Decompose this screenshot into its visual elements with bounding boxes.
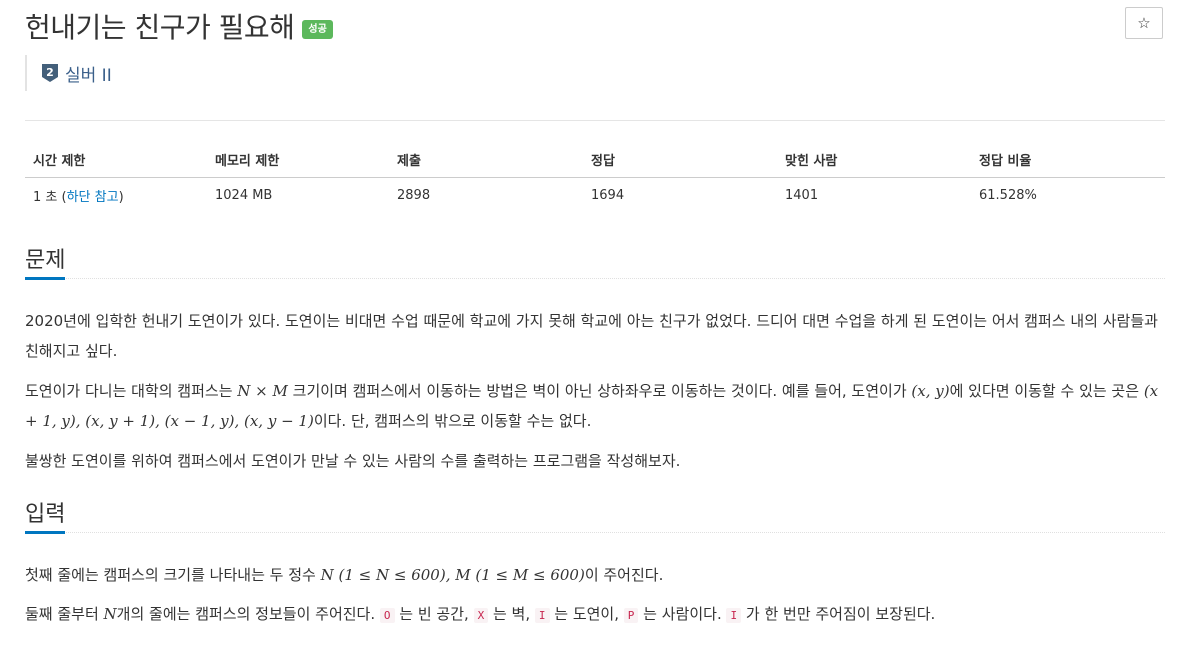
silver-tier-icon: 2 <box>42 64 58 82</box>
header-memory-limit: 메모리 제한 <box>207 142 389 178</box>
star-icon: ☆ <box>1137 14 1151 32</box>
math-grid-size: N × M <box>237 382 288 400</box>
submissions-cell: 2898 <box>397 188 431 203</box>
time-limit-cell: 1 초 (하단 참고) <box>33 190 124 205</box>
header-time-limit: 시간 제한 <box>25 142 207 178</box>
problem-stats-table: 시간 제한 메모리 제한 제출 정답 맞힌 사람 정답 비율 1 초 (하단 참… <box>25 142 1165 213</box>
stats-header-row: 시간 제한 메모리 제한 제출 정답 맞힌 사람 정답 비율 <box>25 142 1165 178</box>
time-limit-note-link[interactable]: 하단 참고 <box>67 190 119 205</box>
divider <box>25 120 1165 121</box>
math-n: N <box>103 605 117 623</box>
correct-cell: 1694 <box>591 188 625 203</box>
tier-number: 2 <box>46 66 54 79</box>
input-line-2: 둘째 줄부터 N개의 줄에는 캠퍼스의 정보들이 주어진다. O 는 빈 공간,… <box>25 605 936 623</box>
header-solved-users: 맞힌 사람 <box>777 142 971 178</box>
page-title: 헌내기는 친구가 필요해 <box>25 11 295 44</box>
header-ratio: 정답 비율 <box>971 142 1165 178</box>
problem-paragraph-3: 불쌍한 도연이를 위하여 캠퍼스에서 도연이가 만날 수 있는 사람의 수를 출… <box>25 452 681 470</box>
input-section-title: 입력 <box>25 502 66 527</box>
solved-users-cell: 1401 <box>785 188 819 203</box>
header-correct: 정답 <box>583 142 777 178</box>
title-row: 헌내기는 친구가 필요해 성공 <box>25 6 333 46</box>
input-line-1: 첫째 줄에는 캠퍼스의 크기를 나타내는 두 정수 N (1 ≤ N ≤ 600… <box>25 566 664 584</box>
input-section-underline <box>25 531 1165 534</box>
token-empty: O <box>379 608 395 623</box>
math-position: (x, y) <box>911 382 950 400</box>
problem-paragraph-1: 2020년에 입학한 헌내기 도연이가 있다. 도연이는 비대면 수업 때문에 … <box>25 312 1158 360</box>
stats-row: 1 초 (하단 참고) 1024 MB 2898 1694 1401 61.52… <box>25 178 1165 214</box>
memory-limit-cell: 1024 MB <box>215 188 273 203</box>
token-doyeon: I <box>534 608 550 623</box>
math-constraints: N (1 ≤ N ≤ 600), M (1 ≤ M ≤ 600) <box>320 566 585 584</box>
problem-section-underline <box>25 277 1165 280</box>
header-submissions: 제출 <box>389 142 583 178</box>
tier-label[interactable]: 실버 II <box>65 61 112 86</box>
ratio-cell: 61.528% <box>979 188 1037 203</box>
tier-row: 2 실버 II <box>25 55 112 91</box>
problem-section-title: 문제 <box>25 248 66 273</box>
status-badge: 성공 <box>302 19 333 39</box>
token-person: P <box>623 608 639 623</box>
token-wall: X <box>473 608 489 623</box>
star-button[interactable]: ☆ <box>1125 7 1163 39</box>
problem-paragraph-2: 도연이가 다니는 대학의 캠퍼스는 N × M 크기이며 캠퍼스에서 이동하는 … <box>25 382 1159 430</box>
token-doyeon-2: I <box>726 608 742 623</box>
